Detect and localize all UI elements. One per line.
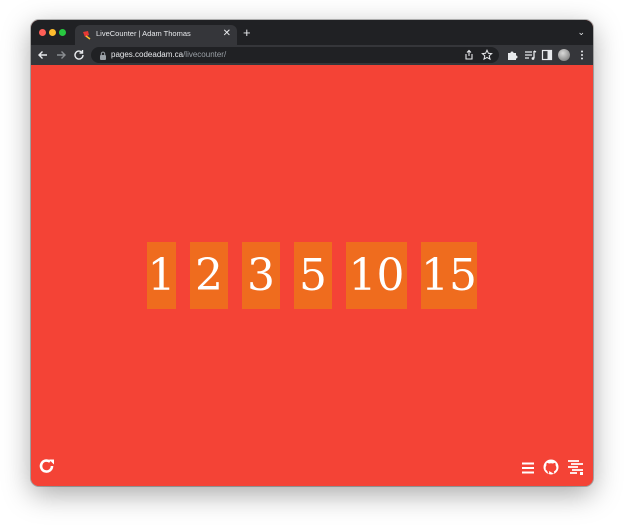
counter-row: 1 2 3 5 10 15 — [31, 242, 593, 309]
tab-search-button[interactable]: ⌄ — [577, 27, 585, 38]
kebab-menu-icon[interactable] — [575, 48, 589, 62]
arrow-left-icon[interactable] — [36, 48, 50, 62]
refresh-icon[interactable] — [38, 457, 56, 475]
browser-window: LiveCounter | Adam Thomas ✕ + ⌄ pages.co… — [31, 20, 593, 486]
url-host: pages.codeadam.ca — [111, 50, 184, 59]
arrow-right-icon[interactable] — [54, 48, 68, 62]
tab-close-button[interactable]: ✕ — [223, 28, 231, 40]
star-icon[interactable] — [481, 49, 493, 61]
close-window-button[interactable] — [39, 29, 46, 36]
lock-icon — [100, 51, 106, 60]
counter-5[interactable]: 5 — [294, 242, 332, 309]
counter-10[interactable]: 10 — [346, 242, 407, 309]
counter-2[interactable]: 2 — [190, 242, 228, 309]
browser-toolbar: pages.codeadam.ca/livecounter/ — [31, 45, 593, 65]
side-panel-icon[interactable] — [540, 48, 554, 62]
tab-strip: LiveCounter | Adam Thomas ✕ + ⌄ — [31, 20, 593, 45]
counter-3[interactable]: 3 — [242, 242, 280, 309]
profile-avatar[interactable] — [558, 49, 570, 61]
tab-title: LiveCounter | Adam Thomas — [96, 29, 191, 38]
tab-livecounter[interactable]: LiveCounter | Adam Thomas ✕ — [75, 25, 237, 45]
new-tab-button[interactable]: + — [243, 26, 251, 39]
codeadam-logo-icon[interactable] — [567, 458, 585, 476]
url-text: pages.codeadam.ca/livecounter/ — [111, 50, 226, 59]
share-icon[interactable] — [463, 49, 475, 61]
address-bar[interactable]: pages.codeadam.ca/livecounter/ — [91, 47, 499, 63]
media-queue-icon[interactable] — [523, 48, 537, 62]
minimize-window-button[interactable] — [49, 29, 56, 36]
counter-1[interactable]: 1 — [147, 242, 176, 309]
puzzle-icon[interactable] — [505, 48, 519, 62]
hamburger-menu-icon[interactable] — [519, 459, 537, 477]
url-path: /livecounter/ — [183, 50, 227, 59]
page-viewport: 1 2 3 5 10 15 — [31, 65, 593, 486]
github-icon[interactable] — [542, 458, 560, 476]
favicon-icon — [83, 31, 91, 40]
counter-15[interactable]: 15 — [421, 242, 477, 309]
reload-icon[interactable] — [72, 48, 86, 62]
maximize-window-button[interactable] — [59, 29, 66, 36]
